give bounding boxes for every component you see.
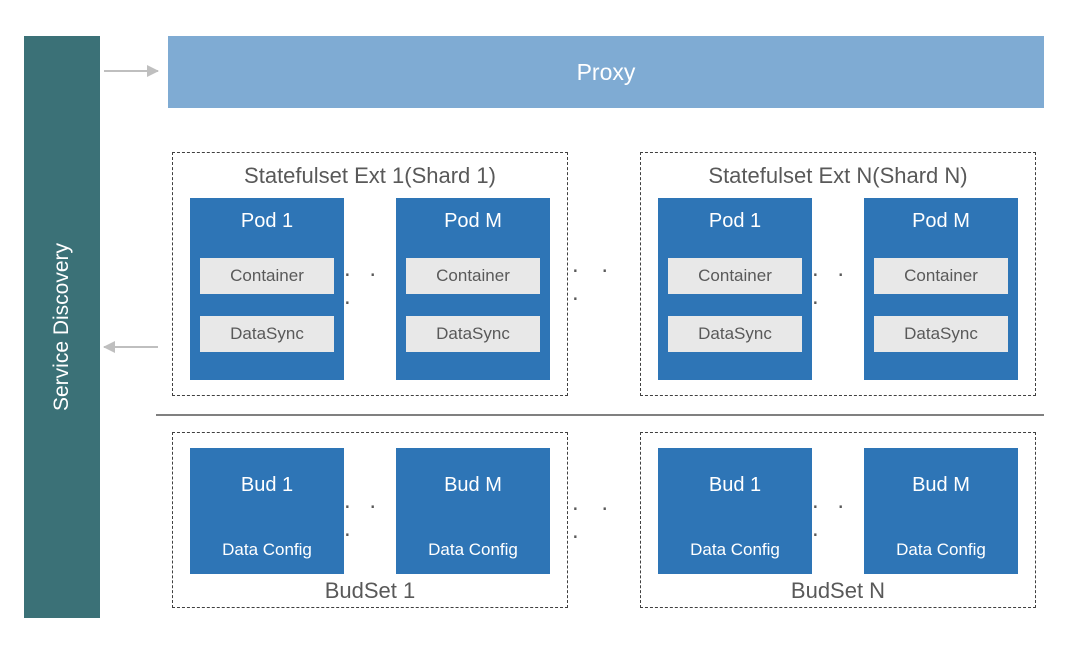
container-label: Container	[406, 258, 540, 294]
shard-1-title: Statefulset Ext 1(Shard 1)	[173, 163, 567, 189]
bud-sub: Data Config	[190, 540, 344, 560]
bud-sub: Data Config	[864, 540, 1018, 560]
bud-1-set-n: Bud 1 Data Config	[658, 448, 812, 574]
ellipsis-icon: . . .	[572, 264, 636, 294]
bud-title: Bud 1	[190, 474, 344, 497]
container-label: Container	[874, 258, 1008, 294]
container-label: Container	[200, 258, 334, 294]
bud-sub: Data Config	[396, 540, 550, 560]
datasync-label: DataSync	[874, 316, 1008, 352]
pod-m-shard-n: Pod M Container DataSync	[864, 198, 1018, 380]
pod-title: Pod 1	[190, 210, 344, 233]
section-divider	[156, 414, 1044, 416]
bud-title: Bud M	[396, 474, 550, 497]
proxy-box: Proxy	[168, 36, 1044, 108]
datasync-label: DataSync	[200, 316, 334, 352]
bud-1-set-1: Bud 1 Data Config	[190, 448, 344, 574]
ellipsis-icon: . . .	[344, 500, 396, 530]
budset-n-title: BudSet N	[640, 578, 1036, 604]
service-discovery-panel: Service Discovery	[24, 36, 100, 618]
arrow-from-shards-icon	[104, 346, 158, 348]
ellipsis-icon: . . .	[572, 502, 636, 532]
proxy-label: Proxy	[577, 59, 636, 86]
bud-title: Bud M	[864, 474, 1018, 497]
pod-title: Pod M	[864, 210, 1018, 233]
container-label: Container	[668, 258, 802, 294]
pod-title: Pod 1	[658, 210, 812, 233]
shard-n-title: Statefulset Ext N(Shard N)	[641, 163, 1035, 189]
bud-title: Bud 1	[658, 474, 812, 497]
datasync-label: DataSync	[668, 316, 802, 352]
service-discovery-label: Service Discovery	[50, 243, 74, 411]
architecture-diagram: Service Discovery Proxy Statefulset Ext …	[0, 0, 1080, 668]
datasync-label: DataSync	[406, 316, 540, 352]
ellipsis-icon: . . .	[344, 268, 396, 298]
ellipsis-icon: . . .	[812, 268, 864, 298]
pod-1-shard-n: Pod 1 Container DataSync	[658, 198, 812, 380]
arrow-to-proxy-icon	[104, 70, 158, 72]
bud-sub: Data Config	[658, 540, 812, 560]
pod-1-shard-1: Pod 1 Container DataSync	[190, 198, 344, 380]
budset-1-title: BudSet 1	[172, 578, 568, 604]
pod-m-shard-1: Pod M Container DataSync	[396, 198, 550, 380]
pod-title: Pod M	[396, 210, 550, 233]
ellipsis-icon: . . .	[812, 500, 864, 530]
bud-m-set-n: Bud M Data Config	[864, 448, 1018, 574]
bud-m-set-1: Bud M Data Config	[396, 448, 550, 574]
